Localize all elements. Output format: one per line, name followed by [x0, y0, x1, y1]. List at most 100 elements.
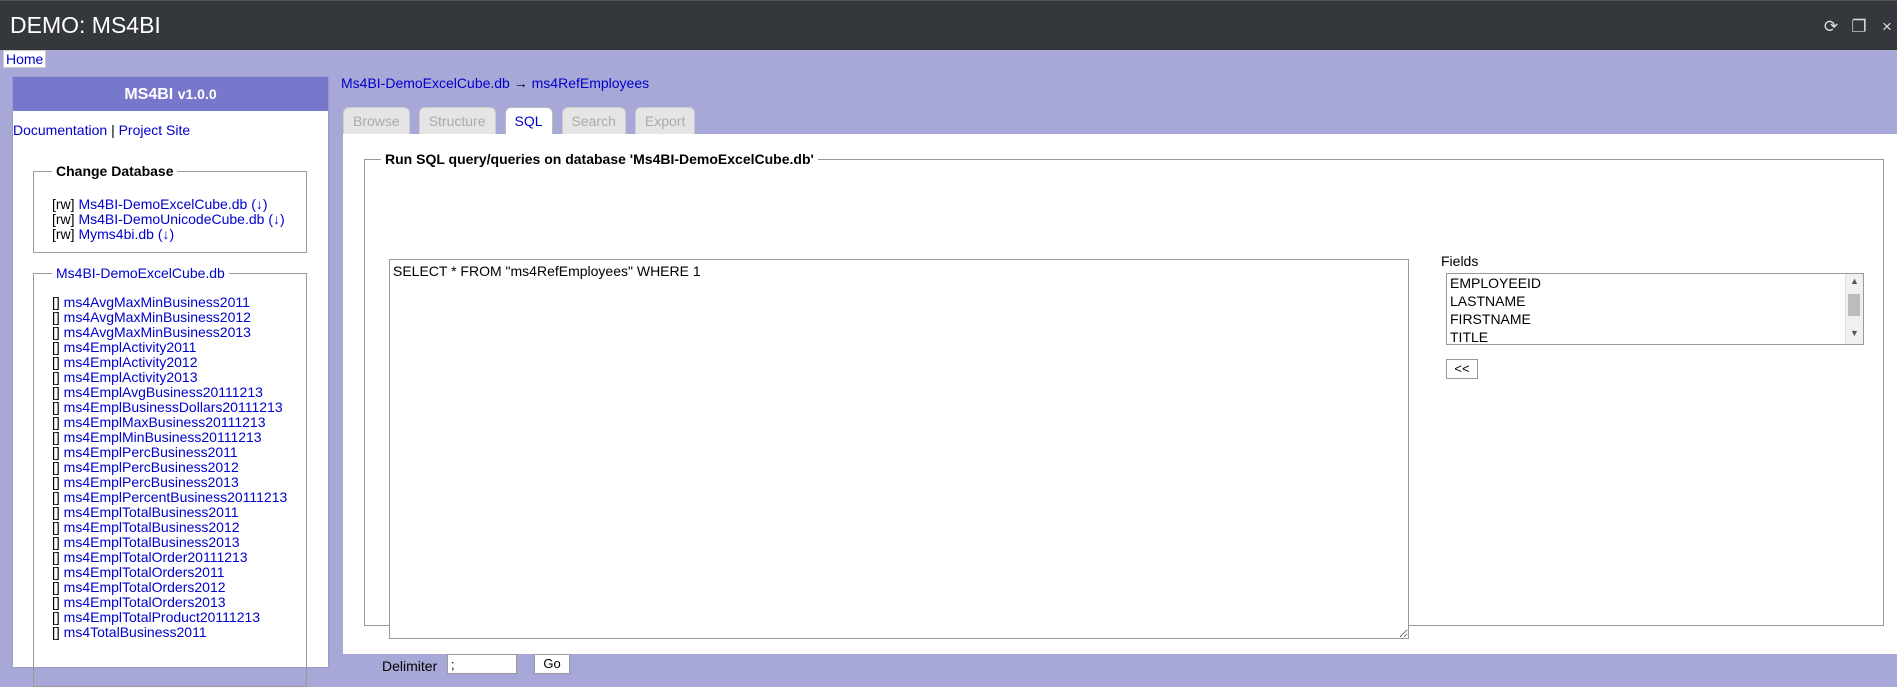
fields-scrollbar[interactable]: ▲ ▼	[1845, 274, 1863, 344]
refresh-icon[interactable]: ⟳	[1821, 17, 1841, 37]
table-link[interactable]: ms4TotalBusiness2011	[64, 624, 207, 640]
title-bar: DEMO: MS4BI ⟳ ❐ ×	[0, 0, 1897, 50]
database-row: [rw] Ms4BI-DemoExcelCube.db (↓)	[52, 197, 306, 212]
window-controls: ⟳ ❐ ×	[1821, 17, 1897, 37]
table-link[interactable]: ms4EmplPercBusiness2013	[64, 474, 239, 490]
tab-sql[interactable]: SQL	[504, 107, 553, 134]
download-link[interactable]: (↓)	[158, 226, 174, 242]
table-prefix: []	[52, 354, 60, 370]
table-prefix: []	[52, 489, 60, 505]
delimiter-label: Delimiter	[382, 658, 438, 674]
table-prefix: []	[52, 564, 60, 580]
sql-tab-content: Run SQL query/queries on database 'Ms4BI…	[343, 134, 1897, 674]
field-option[interactable]: FIRSTNAME	[1447, 310, 1863, 328]
table-prefix: []	[52, 414, 60, 430]
table-link[interactable]: ms4EmplTotalProduct20111213	[64, 609, 260, 625]
table-prefix: []	[52, 549, 60, 565]
table-link[interactable]: ms4EmplTotalBusiness2012	[64, 519, 240, 535]
table-prefix: []	[52, 459, 60, 475]
table-link[interactable]: ms4EmplMinBusiness20111213	[64, 429, 262, 445]
tab-search[interactable]: Search	[561, 107, 626, 134]
db-link[interactable]: Ms4BI-DemoExcelCube.db	[78, 196, 247, 212]
table-prefix: []	[52, 624, 60, 640]
go-button[interactable]: Go	[534, 654, 570, 674]
table-link[interactable]: ms4EmplActivity2013	[64, 369, 198, 385]
table-link[interactable]: ms4EmplTotalBusiness2013	[64, 534, 240, 550]
table-list-item: [] ms4EmplActivity2012	[52, 355, 306, 370]
scroll-up-icon[interactable]: ▲	[1846, 276, 1863, 290]
insert-field-button[interactable]: <<	[1446, 359, 1478, 379]
breadcrumb-arrow: →	[513, 75, 528, 91]
field-option[interactable]: TITLE	[1447, 328, 1863, 344]
db-link[interactable]: Ms4BI-DemoUnicodeCube.db	[78, 211, 264, 227]
sidebar-header: MS4BI v1.0.0	[13, 77, 328, 111]
database-row: [rw] Myms4bi.db (↓)	[52, 227, 306, 242]
table-link[interactable]: ms4EmplTotalOrders2011	[64, 564, 225, 580]
db-link[interactable]: Myms4bi.db	[78, 226, 153, 242]
home-bar: Home	[0, 50, 1897, 70]
table-link[interactable]: ms4AvgMaxMinBusiness2013	[64, 324, 251, 340]
table-list-item: [] ms4EmplTotalBusiness2011	[52, 505, 306, 520]
tab-browse[interactable]: Browse	[343, 107, 410, 134]
breadcrumb-table-link[interactable]: ms4RefEmployees	[532, 75, 650, 91]
table-list-box: Ms4BI-DemoExcelCube.db [] ms4AvgMaxMinBu…	[33, 265, 307, 687]
database-list: [rw] Ms4BI-DemoExcelCube.db (↓) [rw] Ms4…	[34, 179, 306, 242]
table-prefix: []	[52, 519, 60, 535]
table-list-item: [] ms4EmplMinBusiness20111213	[52, 430, 306, 445]
tab-structure[interactable]: Structure	[418, 107, 496, 134]
home-link[interactable]: Home	[3, 50, 47, 68]
download-link[interactable]: (↓)	[268, 211, 284, 227]
current-db-link[interactable]: Ms4BI-DemoExcelCube.db	[56, 265, 225, 281]
table-link[interactable]: ms4AvgMaxMinBusiness2011	[64, 294, 250, 310]
table-link[interactable]: ms4EmplTotalBusiness2011	[64, 504, 239, 520]
table-link[interactable]: ms4EmplTotalOrders2013	[64, 594, 226, 610]
table-prefix: []	[52, 399, 60, 415]
table-link[interactable]: ms4EmplBusinessDollars20111213	[64, 399, 283, 415]
table-link[interactable]: ms4EmplActivity2012	[64, 354, 198, 370]
project-site-link[interactable]: Project Site	[119, 122, 191, 138]
table-link[interactable]: ms4EmplPercentBusiness20111213	[64, 489, 288, 505]
db-mode: [rw]	[52, 226, 75, 242]
table-prefix: []	[52, 384, 60, 400]
scroll-thumb[interactable]	[1848, 294, 1860, 316]
sidebar-title: MS4BI	[124, 86, 174, 103]
table-list-item: [] ms4EmplTotalOrders2011	[52, 565, 306, 580]
restore-icon[interactable]: ❐	[1849, 17, 1869, 37]
table-link[interactable]: ms4AvgMaxMinBusiness2012	[64, 309, 251, 325]
download-link[interactable]: (↓)	[251, 196, 267, 212]
field-option[interactable]: LASTNAME	[1447, 292, 1863, 310]
db-mode: [rw]	[52, 211, 75, 227]
table-link[interactable]: ms4EmplTotalOrder20111213	[64, 549, 248, 565]
table-list-item: [] ms4EmplTotalOrders2013	[52, 595, 306, 610]
table-link[interactable]: ms4EmplActivity2011	[64, 339, 197, 355]
table-list-item: [] ms4EmplMaxBusiness20111213	[52, 415, 306, 430]
table-list-item: [] ms4AvgMaxMinBusiness2011	[52, 295, 306, 310]
sidebar: MS4BI v1.0.0 Documentation | Project Sit…	[12, 76, 329, 687]
breadcrumb: Ms4BI-DemoExcelCube.db → ms4RefEmployees	[341, 75, 649, 91]
documentation-link[interactable]: Documentation	[13, 122, 107, 138]
delimiter-input[interactable]	[447, 654, 517, 674]
close-icon[interactable]: ×	[1877, 17, 1897, 37]
sql-query-textarea[interactable]: SELECT * FROM "ms4RefEmployees" WHERE 1	[389, 259, 1409, 639]
table-prefix: []	[52, 609, 60, 625]
table-list-item: [] ms4EmplTotalOrders2012	[52, 580, 306, 595]
query-legend: Run SQL query/queries on database 'Ms4BI…	[385, 151, 814, 167]
table-link[interactable]: ms4EmplTotalOrders2012	[64, 579, 226, 595]
table-list-item: [] ms4AvgMaxMinBusiness2012	[52, 310, 306, 325]
table-list-item: [] ms4EmplAvgBusiness20111213	[52, 385, 306, 400]
scroll-down-icon[interactable]: ▼	[1846, 328, 1863, 342]
table-list-item: [] ms4EmplBusinessDollars20111213	[52, 400, 306, 415]
table-link[interactable]: ms4EmplPercBusiness2011	[64, 444, 238, 460]
table-prefix: []	[52, 324, 60, 340]
table-link[interactable]: ms4EmplPercBusiness2012	[64, 459, 239, 475]
table-list-item: [] ms4EmplTotalBusiness2012	[52, 520, 306, 535]
field-option[interactable]: EMPLOYEEID	[1447, 274, 1863, 292]
tab-export[interactable]: Export	[634, 107, 696, 134]
table-link[interactable]: ms4EmplMaxBusiness20111213	[64, 414, 266, 430]
breadcrumb-db-link[interactable]: Ms4BI-DemoExcelCube.db	[341, 75, 510, 91]
table-prefix: []	[52, 579, 60, 595]
table-link[interactable]: ms4EmplAvgBusiness20111213	[64, 384, 263, 400]
fields-listbox[interactable]: EMPLOYEEID LASTNAME FIRSTNAME TITLE ▲ ▼	[1446, 273, 1864, 345]
table-list-item: [] ms4EmplPercBusiness2012	[52, 460, 306, 475]
table-prefix: []	[52, 594, 60, 610]
